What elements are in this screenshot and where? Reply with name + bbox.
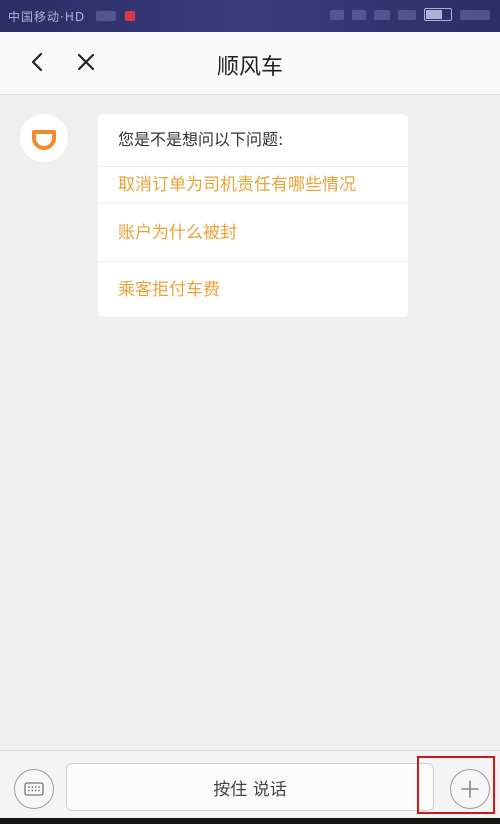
bottom-edge (0, 818, 500, 824)
alarm-icon (330, 9, 344, 20)
bubble-title: 您是不是想问以下问题: (98, 114, 408, 167)
battery-level (426, 10, 443, 19)
faq-option[interactable]: 账户为什么被封 (98, 204, 408, 262)
vibrate-icon (352, 9, 366, 20)
faq-suggestion-bubble: 您是不是想问以下问题: 取消订单为司机责任有哪些情况 账户为什么被封 乘客拒付车… (98, 114, 408, 317)
signal-icon (398, 9, 416, 20)
faq-option[interactable]: 取消订单为司机责任有哪些情况 (98, 167, 408, 204)
carrier-label: 中国移动·HD (8, 10, 86, 24)
status-icons (330, 8, 490, 21)
red-notification-icon (124, 11, 135, 21)
clock (460, 9, 490, 20)
page-title: 顺风车 (216, 55, 283, 80)
more-actions-button[interactable] (450, 769, 490, 809)
carrier-text: 中国移动·HD (8, 8, 135, 25)
keyboard-icon (24, 782, 44, 796)
notification-icon (95, 11, 116, 21)
input-bar: 按住 说话 (0, 750, 500, 819)
hold-to-talk-button[interactable]: 按住 说话 (66, 763, 434, 811)
battery-icon (424, 8, 452, 21)
didi-logo-icon (32, 130, 56, 150)
keyboard-toggle-button[interactable] (14, 769, 54, 809)
avatar (20, 114, 68, 162)
faq-option[interactable]: 乘客拒付车费 (98, 262, 408, 317)
plus-icon (461, 780, 479, 798)
nav-header: 顺风车 (0, 32, 500, 95)
wifi-icon (374, 9, 390, 20)
status-bar: 中国移动·HD (0, 0, 500, 32)
